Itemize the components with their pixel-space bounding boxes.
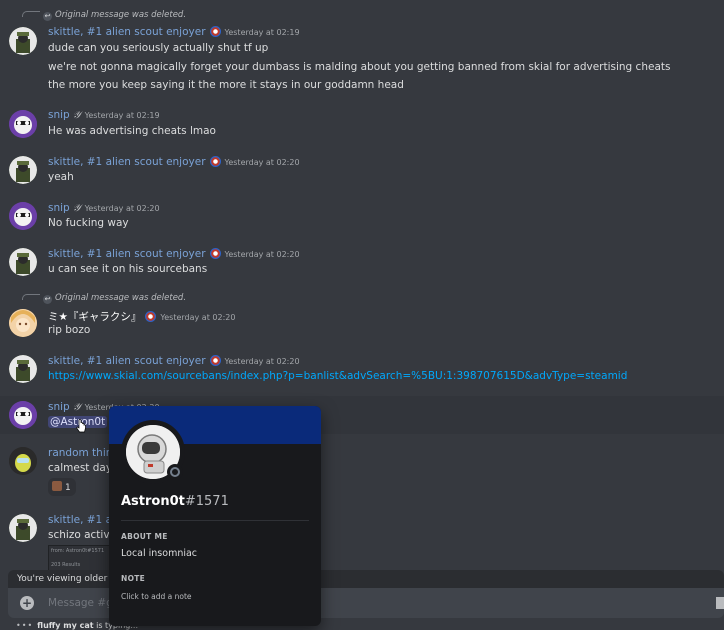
message-header: ミ★『ギャラクシ』 Yesterday at 02:20 [48,309,235,324]
message-text: dude can you seriously actually shut tf … [48,42,269,54]
message-text: the more you keep saying it the more it … [48,79,404,91]
timestamp[interactable]: Yesterday at 02:20 [225,250,300,259]
avatar[interactable] [9,202,37,230]
reaction-emoji-icon [52,481,62,491]
snip-badge-icon: 𝒴 [72,110,81,121]
about-me-text: Local insomniac [121,548,198,559]
divider [121,520,309,521]
avatar-image [9,401,37,429]
reaction-pill[interactable]: 1 [48,478,76,496]
username[interactable]: skittle, #1 alien scout enjoyer [48,26,206,38]
username[interactable]: skittle, #1 alien scout enjoyer [48,248,206,260]
composer-action-icon[interactable] [716,597,724,609]
profile-name: Astron0t [121,494,185,509]
timestamp[interactable]: Yesterday at 02:20 [225,158,300,167]
typing-user: fluffy my cat [37,621,94,630]
avatar[interactable] [9,156,37,184]
reply-icon: ↩ [43,295,52,304]
message-header: skittle, #1 alien scout enjoyer Yesterday… [48,355,300,367]
message-text: yeah [48,171,74,183]
timestamp[interactable]: Yesterday at 02:20 [225,357,300,366]
avatar[interactable] [9,309,37,337]
avatar-image [9,514,37,542]
reply-reference[interactable]: ↩ Original message was deleted. [22,293,186,304]
add-attachment-icon[interactable]: + [20,596,34,610]
tf2-badge-icon [209,248,221,259]
hand-cursor-icon [76,419,86,433]
reply-spine [22,11,40,17]
message-header: skittle, #1 alien scout enjoyer Yesterday… [48,26,300,38]
snip-badge-icon: 𝒴 [72,402,81,413]
message-text: He was advertising cheats lmao [48,125,216,137]
presence-status [167,464,183,480]
snip-badge-icon: 𝒴 [72,203,81,214]
chat-message-list[interactable]: ↩ Original message was deleted. skittle, … [0,0,724,630]
profile-discriminator: #1571 [184,494,229,509]
reply-reference[interactable]: ↩ Original message was deleted. [22,10,186,21]
timestamp[interactable]: Yesterday at 02:20 [85,204,160,213]
username[interactable]: ミ★『ギャラクシ』 [48,311,141,323]
note-input[interactable]: Click to add a note [121,592,192,601]
timestamp[interactable]: Yesterday at 02:20 [160,313,235,322]
attachment-text: from: Astron0t#1571 [51,548,105,554]
message-link[interactable]: https://www.skial.com/sourcebans/index.p… [48,370,627,382]
image-attachment[interactable]: from: Astron0t#1571 203 Results [48,545,110,571]
avatar-image [9,355,37,383]
avatar-image [9,27,37,55]
avatar[interactable] [9,110,37,138]
username[interactable]: snip [48,202,70,214]
reply-icon: ↩ [43,12,52,21]
avatar-image [9,447,37,475]
avatar-image [9,156,37,184]
user-profile-popout[interactable]: Astron0t#1571 ABOUT ME Local insomniac N… [109,406,321,626]
message-text: No fucking way [48,217,129,229]
message-header: snip 𝒴 Yesterday at 02:19 [48,109,160,121]
avatar[interactable] [9,447,37,475]
username[interactable]: skittle, #1 alien scout enjoyer [48,355,206,367]
message-text: calmest day i [48,462,119,474]
avatar-image [9,202,37,230]
reply-spine [22,294,40,300]
username[interactable]: skittle, #1 alien scout enjoyer [48,156,206,168]
username[interactable]: snip [48,401,70,413]
avatar[interactable] [9,355,37,383]
timestamp[interactable]: Yesterday at 02:19 [225,28,300,37]
about-me-heading: ABOUT ME [121,532,168,541]
tf2-badge-icon [145,311,157,322]
message-header: snip𝒴 Yesterday at 02:20 [48,202,160,214]
typing-dots-icon: ••• [16,621,34,630]
avatar-image [9,248,37,276]
message-text: rip bozo [48,324,91,336]
attachment-text: 203 Results [51,562,81,568]
profile-username[interactable]: Astron0t#1571 [121,494,229,509]
avatar[interactable] [9,27,37,55]
reply-ref-text: Original message was deleted. [55,293,187,303]
username[interactable]: snip [48,109,70,121]
message-text: we're not gonna magically forget your du… [48,61,671,73]
avatar-image [9,309,37,337]
avatar[interactable] [9,514,37,542]
timestamp[interactable]: Yesterday at 02:19 [85,111,160,120]
message-header: skittle, #1 alien scout enjoyer Yesterday… [48,248,300,260]
note-heading: NOTE [121,574,146,583]
reaction-count: 1 [65,483,71,493]
tf2-badge-icon [209,156,221,167]
tf2-badge-icon [209,355,221,366]
avatar-image [9,110,37,138]
tf2-badge-icon [209,26,221,37]
avatar[interactable] [9,248,37,276]
offline-status-icon [170,467,180,477]
reply-ref-text: Original message was deleted. [55,10,187,20]
message-text: u can see it on his sourcebans [48,263,208,275]
message-header: skittle, #1 alien scout enjoyer Yesterday… [48,156,300,168]
message-text: schizo activit [48,529,117,541]
avatar[interactable] [9,401,37,429]
